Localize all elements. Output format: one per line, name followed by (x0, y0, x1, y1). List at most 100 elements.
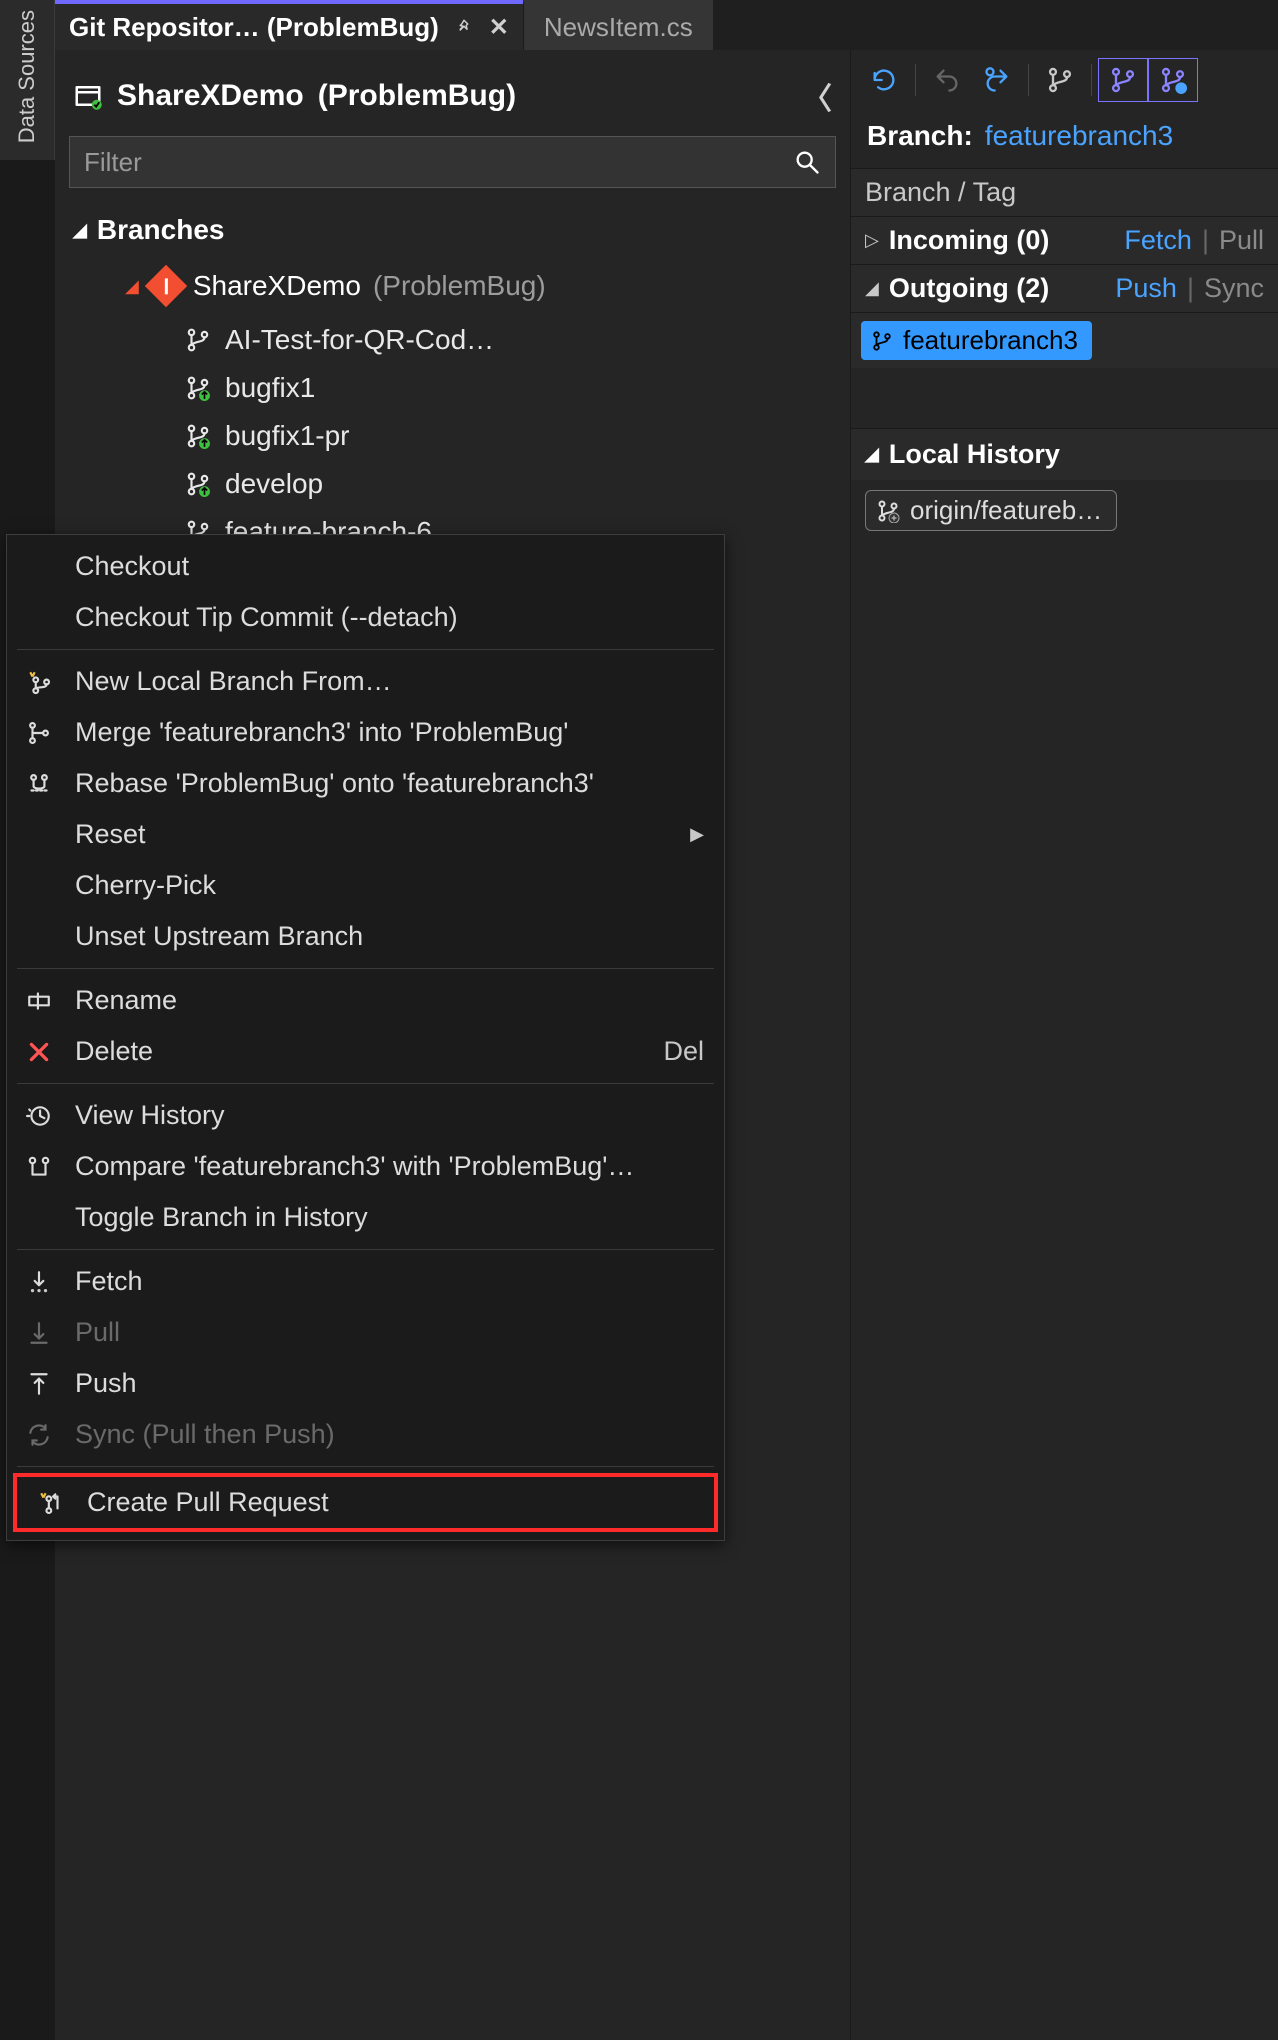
outgoing-branch-chip-row: featurebranch3 (851, 313, 1278, 368)
history-icon (26, 1103, 52, 1129)
ctx-unset-upstream[interactable]: Unset Upstream Branch (7, 911, 724, 962)
rename-icon (26, 988, 52, 1014)
ctx-checkout[interactable]: Checkout (7, 541, 724, 592)
ctx-compare[interactable]: Compare 'featurebranch3' with 'ProblemBu… (7, 1141, 724, 1192)
expander-icon: ◢ (125, 276, 139, 297)
push-icon (26, 1371, 52, 1397)
undo-button[interactable] (922, 58, 972, 102)
incoming-label: Incoming (0) (889, 225, 1050, 256)
ctx-label: Rebase 'ProblemBug' onto 'featurebranch3… (75, 768, 594, 799)
branch-icon (1046, 66, 1074, 94)
branch-name: AI-Test-for-QR-Cod… (225, 324, 494, 356)
branch-label: Branch: (867, 120, 973, 152)
branch-icon (185, 327, 211, 353)
branch-item[interactable]: AI-Test-for-QR-Cod… (55, 316, 850, 364)
outgoing-branch-chip[interactable]: featurebranch3 (861, 321, 1092, 360)
ctx-rebase[interactable]: Rebase 'ProblemBug' onto 'featurebranch3… (7, 758, 724, 809)
ctx-delete[interactable]: Delete Del (7, 1026, 724, 1077)
chip-label: featurebranch3 (903, 325, 1078, 356)
ctx-label: Merge 'featurebranch3' into 'ProblemBug' (75, 717, 568, 748)
branch-sync-icon (1159, 66, 1187, 94)
fetch-link[interactable]: Fetch (1124, 225, 1192, 256)
ctx-push[interactable]: Push (7, 1358, 724, 1409)
refresh-icon (870, 66, 898, 94)
branch-context-menu: Checkout Checkout Tip Commit (--detach) … (6, 534, 725, 1541)
branches-label: Branches (97, 214, 225, 246)
ctx-toggle-branch-history[interactable]: Toggle Branch in History (7, 1192, 724, 1243)
branch-view-button[interactable] (1098, 58, 1148, 102)
tab-title: NewsItem.cs (544, 12, 693, 43)
ctx-label: Fetch (75, 1266, 143, 1297)
side-panel-tab-label: Data Sources (14, 10, 40, 143)
ctx-label: Push (75, 1368, 137, 1399)
ctx-label: Unset Upstream Branch (75, 921, 363, 952)
pin-icon[interactable] (455, 18, 473, 36)
redo-button[interactable] (972, 58, 1022, 102)
redo-icon (983, 66, 1011, 94)
filter-box[interactable] (69, 136, 836, 188)
repo-icon (73, 81, 103, 111)
branch-name: develop (225, 468, 323, 500)
ctx-merge[interactable]: Merge 'featurebranch3' into 'ProblemBug' (7, 707, 724, 758)
side-panel-tab-data-sources[interactable]: Data Sources (0, 0, 55, 160)
ctx-checkout-tip[interactable]: Checkout Tip Commit (--detach) (7, 592, 724, 643)
ctx-label: Rename (75, 985, 177, 1016)
ctx-pull: Pull (7, 1307, 724, 1358)
sync-icon (26, 1422, 52, 1448)
ctx-rename[interactable]: Rename (7, 975, 724, 1026)
pull-link[interactable]: Pull (1219, 225, 1264, 256)
branch-value[interactable]: featurebranch3 (985, 120, 1173, 152)
repo-header[interactable]: ShareXDemo (ProblemBug) 〈 (55, 64, 850, 136)
outgoing-row[interactable]: ◢ Outgoing (2) Push | Sync (851, 265, 1278, 313)
branch-name: bugfix1-pr (225, 420, 350, 452)
branch-item[interactable]: develop (55, 460, 850, 508)
ctx-label: Cherry-Pick (75, 870, 216, 901)
incoming-row[interactable]: ▷ Incoming (0) Fetch | Pull (851, 217, 1278, 265)
expander-icon: ▷ (865, 230, 879, 251)
branch-remote-icon (876, 499, 900, 523)
branch-item[interactable]: bugfix1 (55, 364, 850, 412)
remote-branch-chip[interactable]: origin/featureb… (865, 490, 1117, 531)
branch-item[interactable]: bugfix1-pr (55, 412, 850, 460)
sync-link[interactable]: Sync (1204, 273, 1264, 304)
branch-sync-view-button[interactable] (1148, 58, 1198, 102)
push-link[interactable]: Push (1115, 273, 1177, 304)
branch-icon (871, 330, 893, 352)
outgoing-label: Outgoing (2) (889, 273, 1049, 304)
search-icon[interactable] (793, 148, 821, 176)
ctx-fetch[interactable]: Fetch (7, 1256, 724, 1307)
local-history-header[interactable]: ◢ Local History (851, 428, 1278, 480)
ctx-create-pull-request[interactable]: Create Pull Request (19, 1479, 712, 1526)
close-icon[interactable]: ✕ (489, 13, 509, 42)
refresh-button[interactable] (859, 58, 909, 102)
tab-title: Git Repositor… (ProblemBug) (69, 12, 439, 43)
filter-input[interactable] (84, 147, 783, 178)
compare-icon (26, 1154, 52, 1180)
git-icon (145, 265, 187, 307)
detail-toolbar (851, 50, 1278, 110)
undo-icon (933, 66, 961, 94)
branch-tag-header[interactable]: Branch / Tag (851, 168, 1278, 217)
branches-section-header[interactable]: ◢ Branches (55, 208, 850, 264)
ctx-shortcut: Del (663, 1036, 704, 1067)
ctx-new-local-branch[interactable]: New Local Branch From… (7, 656, 724, 707)
repo-node[interactable]: ◢ ShareXDemo (ProblemBug) (55, 264, 850, 316)
repo-node-paren: (ProblemBug) (373, 270, 546, 302)
expander-icon: ◢ (73, 220, 87, 241)
tab-newsitem-cs[interactable]: NewsItem.cs (523, 0, 713, 50)
branch-graph-button[interactable] (1035, 58, 1085, 102)
ctx-label: Checkout (75, 551, 189, 582)
ctx-view-history[interactable]: View History (7, 1090, 724, 1141)
chevron-left-icon[interactable]: 〈 (802, 74, 832, 118)
ctx-reset[interactable]: Reset ▶ (7, 809, 724, 860)
tab-git-repository[interactable]: Git Repositor… (ProblemBug) ✕ (55, 0, 523, 50)
branch-name: bugfix1 (225, 372, 315, 404)
branch-icon (1109, 66, 1137, 94)
ctx-cherry-pick[interactable]: Cherry-Pick (7, 860, 724, 911)
ctx-sync: Sync (Pull then Push) (7, 1409, 724, 1460)
ctx-label: Sync (Pull then Push) (75, 1419, 335, 1450)
fetch-icon (26, 1269, 52, 1295)
expander-icon: ◢ (865, 444, 879, 465)
branch-up-icon (185, 471, 211, 497)
ctx-label: Create Pull Request (87, 1487, 329, 1518)
